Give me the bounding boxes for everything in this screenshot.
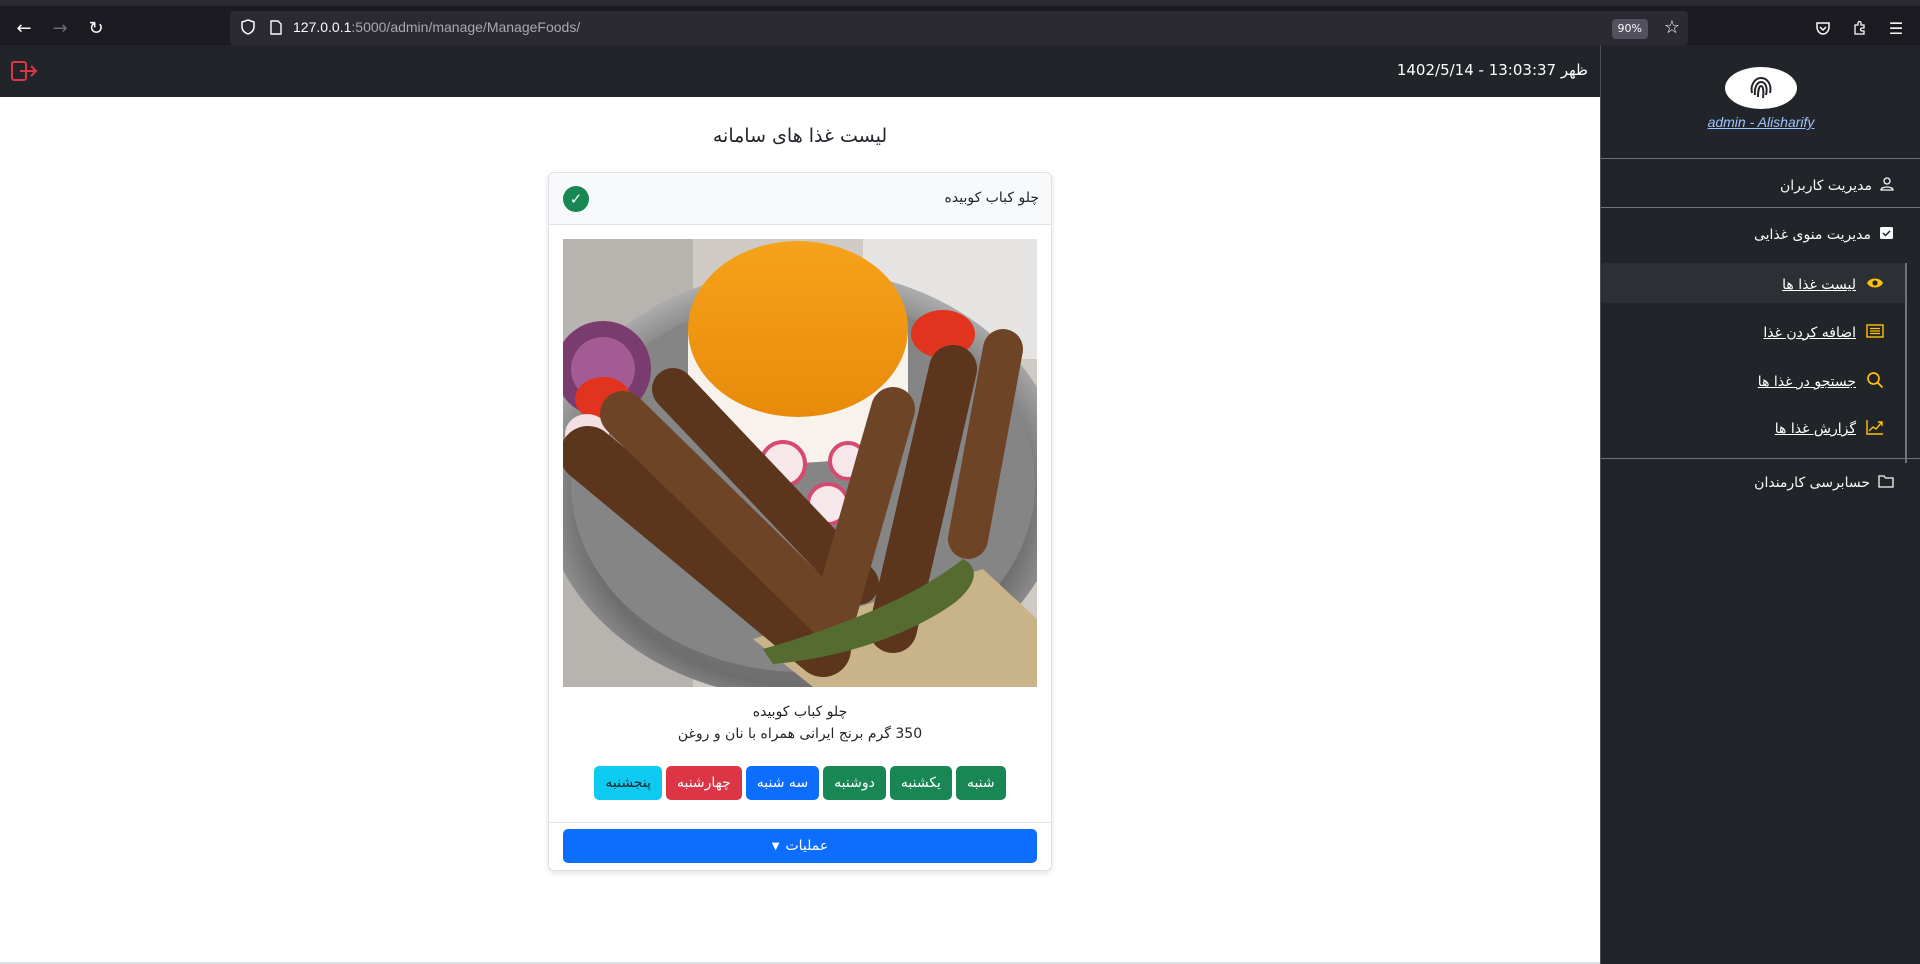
day-button-thursday[interactable]: پنجشنبه bbox=[594, 766, 662, 800]
page-icon[interactable] bbox=[267, 18, 285, 36]
avatar[interactable] bbox=[1725, 67, 1797, 109]
app-header: ظهر 13:03:37 - 1402/5/14 bbox=[0, 45, 1600, 97]
page-title: لیست غذا های سامانه bbox=[712, 125, 888, 147]
submenu-item-food-list[interactable]: لیست غذا ها bbox=[1782, 275, 1884, 294]
days-button-group: شنبه یکشنبه دوشنبه سه شنبه چهارشنبه پنجش… bbox=[563, 766, 1037, 800]
food-name: چلو کباب کوبیده bbox=[752, 704, 848, 720]
card-header: چلو کباب کوبیده ✓ bbox=[549, 173, 1051, 225]
card-header-title: چلو کباب کوبیده bbox=[944, 190, 1039, 206]
food-description: 350 گرم برنج ایرانی همراه با نان و روغن bbox=[677, 726, 923, 742]
list-icon bbox=[1866, 323, 1884, 342]
sidebar-divider bbox=[1601, 458, 1920, 459]
food-card: چلو کباب کوبیده ✓ چلو کباب کوبیده 350 گر… bbox=[548, 172, 1052, 871]
submenu-item-add-food[interactable]: اضافه کردن غذا bbox=[1763, 323, 1884, 342]
user-icon bbox=[1880, 177, 1894, 195]
admin-profile-link[interactable]: admin - Alisharify bbox=[1601, 114, 1920, 130]
submenu-item-label: اضافه کردن غذا bbox=[1763, 324, 1856, 341]
calendar-check-icon bbox=[1879, 225, 1894, 244]
pocket-icon[interactable] bbox=[1810, 15, 1836, 41]
menu-icon[interactable]: ☰ bbox=[1883, 15, 1909, 41]
card-footer: عملیات ▼ bbox=[549, 822, 1051, 870]
browser-toolbar: ← → ↻ 127.0.0.1:5000/admin/manage/Manage… bbox=[0, 0, 1920, 45]
eye-icon bbox=[1866, 275, 1884, 294]
operations-label: عملیات bbox=[785, 838, 829, 854]
sidebar-item-label: حسابرسی کارمندان bbox=[1754, 475, 1870, 491]
sidebar-item-label: مدیریت کاربران bbox=[1779, 178, 1872, 194]
bookmark-star-icon[interactable]: ☆ bbox=[1664, 17, 1680, 38]
address-bar[interactable]: 127.0.0.1:5000/admin/manage/ManageFoods/… bbox=[230, 11, 1688, 45]
food-image bbox=[563, 239, 1037, 687]
graph-icon bbox=[1866, 419, 1884, 439]
sidebar-item-label: مدیریت منوی غذایی bbox=[1753, 226, 1871, 243]
submenu-item-food-report[interactable]: گزارش غذا ها bbox=[1775, 419, 1884, 439]
back-icon[interactable]: ← bbox=[10, 14, 38, 42]
logout-icon[interactable] bbox=[10, 59, 38, 83]
submenu-item-search-food[interactable]: جستجو در غذا ها bbox=[1758, 371, 1884, 393]
submenu-border bbox=[1905, 263, 1907, 463]
submenu-item-label: لیست غذا ها bbox=[1782, 276, 1856, 293]
submenu-item-label: گزارش غذا ها bbox=[1774, 421, 1856, 437]
sidebar: admin - Alisharify مدیریت کاربران مدیریت… bbox=[1600, 45, 1920, 964]
reload-icon[interactable]: ↻ bbox=[82, 14, 110, 42]
url-text[interactable]: 127.0.0.1:5000/admin/manage/ManageFoods/ bbox=[293, 19, 580, 35]
url-path: :5000/admin/manage/ManageFoods/ bbox=[351, 19, 581, 35]
url-host: 127.0.0.1 bbox=[293, 19, 352, 35]
datetime: ظهر 13:03:37 - 1402/5/14 bbox=[1396, 61, 1588, 79]
day-button-sunday[interactable]: یکشنبه bbox=[889, 766, 952, 800]
zoom-level[interactable]: 90% bbox=[1611, 19, 1648, 39]
day-button-tuesday[interactable]: سه شنبه bbox=[745, 766, 820, 800]
sidebar-divider bbox=[1601, 158, 1920, 159]
fingerprint-icon bbox=[1750, 76, 1772, 99]
sidebar-divider bbox=[1601, 207, 1920, 208]
operations-dropdown-button[interactable]: عملیات ▼ bbox=[563, 829, 1037, 863]
day-button-saturday[interactable]: شنبه bbox=[955, 766, 1006, 800]
caret-down-icon: ▼ bbox=[771, 840, 780, 852]
search-icon bbox=[1866, 371, 1884, 393]
sidebar-item-users[interactable]: مدیریت کاربران bbox=[1780, 177, 1894, 195]
day-button-monday[interactable]: دوشنبه bbox=[823, 766, 886, 800]
sidebar-item-employee-audit[interactable]: حسابرسی کارمندان bbox=[1754, 474, 1894, 492]
submenu-item-label: جستجو در غذا ها bbox=[1757, 374, 1856, 390]
extensions-icon[interactable] bbox=[1847, 15, 1873, 41]
sidebar-item-food-menu[interactable]: مدیریت منوی غذایی bbox=[1754, 225, 1894, 244]
check-icon: ✓ bbox=[563, 186, 589, 212]
day-button-wednesday[interactable]: چهارشنبه bbox=[665, 766, 742, 800]
forward-icon[interactable]: → bbox=[46, 14, 74, 42]
folder-icon bbox=[1878, 474, 1894, 492]
shield-icon[interactable] bbox=[239, 18, 257, 36]
